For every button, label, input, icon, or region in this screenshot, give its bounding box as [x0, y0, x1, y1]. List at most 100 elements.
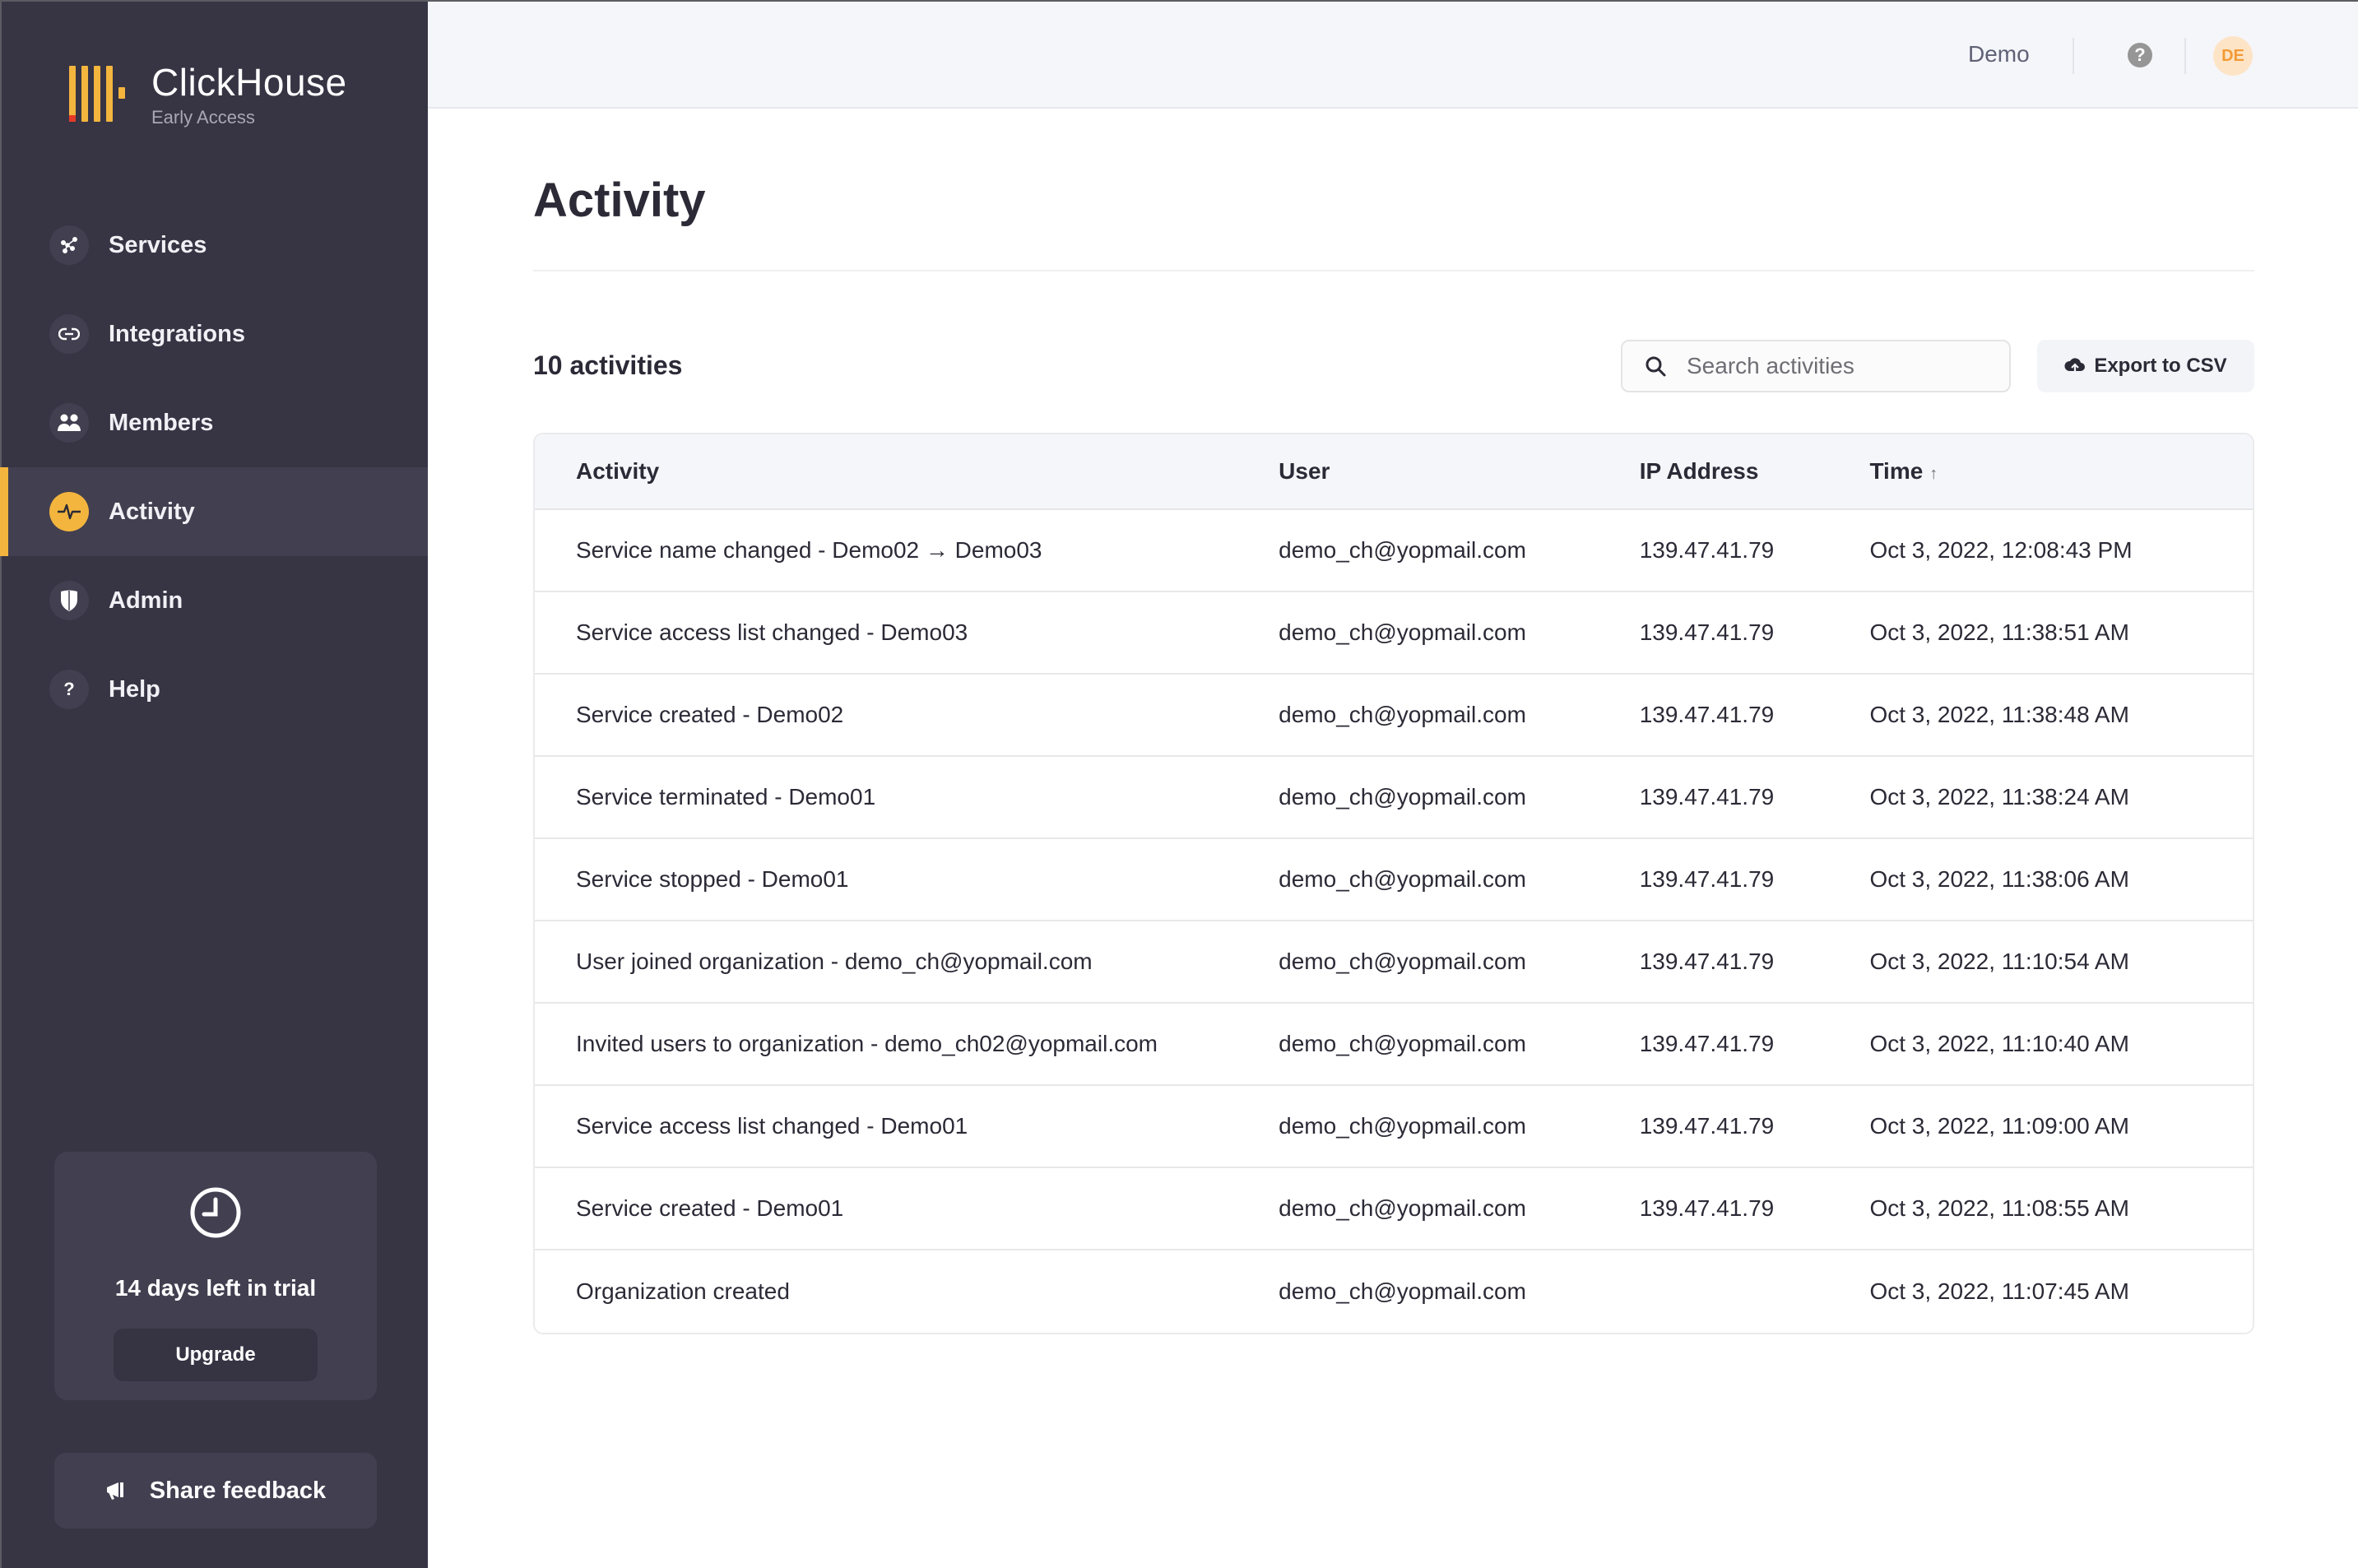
table-row: Service stopped - Demo01 demo_ch@yopmail…	[535, 839, 2253, 921]
table-row: Service terminated - Demo01 demo_ch@yopm…	[535, 757, 2253, 839]
column-header-user[interactable]: User	[1279, 458, 1640, 485]
cell-user: demo_ch@yopmail.com	[1279, 1031, 1526, 1056]
activity-count: 10 activities	[533, 350, 683, 380]
sidebar-item-label: Admin	[109, 587, 183, 614]
page-title: Activity	[533, 174, 706, 227]
table-header: Activity User IP Address Time ↑	[535, 434, 2253, 510]
services-icon	[49, 225, 89, 265]
cell-user: demo_ch@yopmail.com	[1279, 784, 1526, 810]
search-input[interactable]	[1687, 353, 1999, 379]
cell-time: Oct 3, 2022, 11:08:55 AM	[1869, 1195, 2129, 1221]
trial-card: 14 days left in trial Upgrade	[54, 1152, 377, 1400]
table-row: User joined organization - demo_ch@yopma…	[535, 921, 2253, 1004]
cell-ip-address: 139.47.41.79	[1639, 949, 1775, 974]
cell-time: Oct 3, 2022, 11:09:00 AM	[1869, 1113, 2129, 1139]
cell-ip-address: 139.47.41.79	[1639, 619, 1775, 645]
sidebar-item-activity[interactable]: Activity	[0, 467, 428, 556]
cell-activity: User joined organization - demo_ch@yopma…	[576, 949, 1093, 974]
cell-user: demo_ch@yopmail.com	[1279, 537, 1526, 563]
cell-user: demo_ch@yopmail.com	[1279, 1113, 1526, 1139]
divider	[2184, 38, 2186, 74]
cell-user: demo_ch@yopmail.com	[1279, 1195, 1526, 1221]
sidebar-nav: Services Integrations Members Activity A…	[0, 201, 428, 734]
table-row: Service name changed - Demo02 → Demo03 d…	[535, 510, 2253, 592]
cell-user: demo_ch@yopmail.com	[1279, 866, 1526, 892]
table-row: Service access list changed - Demo03 dem…	[535, 592, 2253, 675]
column-header-activity[interactable]: Activity	[535, 458, 1279, 485]
sidebar-item-label: Help	[109, 675, 160, 703]
sidebar-item-label: Integrations	[109, 320, 245, 347]
table-row: Service access list changed - Demo01 dem…	[535, 1086, 2253, 1168]
brand-name: ClickHouse	[151, 61, 347, 104]
column-header-time-label: Time	[1869, 458, 1924, 484]
column-header-ip-address[interactable]: IP Address	[1640, 458, 1870, 485]
title-divider	[533, 270, 2254, 271]
sidebar: ClickHouse Early Access Services Integra…	[0, 2, 428, 1568]
trial-days-left: 14 days left in trial	[114, 1275, 317, 1301]
top-bar: Demo ? DE	[428, 2, 2358, 109]
table-body: Service name changed - Demo02 → Demo03 d…	[535, 510, 2253, 1333]
cell-activity: Service access list changed - Demo01	[576, 1113, 968, 1139]
brand-subtitle: Early Access	[151, 107, 255, 128]
cell-time: Oct 3, 2022, 11:38:24 AM	[1869, 784, 2129, 810]
sidebar-item-integrations[interactable]: Integrations	[2, 290, 428, 378]
cell-activity: Service name changed - Demo02 → Demo03	[576, 537, 1042, 563]
cell-ip-address: 139.47.41.79	[1639, 702, 1775, 727]
cell-time: Oct 3, 2022, 11:38:48 AM	[1869, 702, 2129, 727]
cell-activity: Service stopped - Demo01	[576, 866, 849, 892]
cell-activity: Organization created	[576, 1278, 790, 1304]
sidebar-item-services[interactable]: Services	[2, 201, 428, 290]
organization-switcher[interactable]: Demo	[1968, 41, 2030, 67]
search-icon	[1645, 356, 1666, 377]
help-icon[interactable]: ?	[2128, 43, 2152, 67]
cell-user: demo_ch@yopmail.com	[1279, 619, 1526, 645]
sidebar-item-label: Activity	[109, 498, 195, 525]
cell-time: Oct 3, 2022, 11:07:45 AM	[1869, 1278, 2129, 1304]
question-icon: ?	[49, 670, 89, 709]
sidebar-item-label: Services	[109, 231, 207, 258]
cell-time: Oct 3, 2022, 11:10:40 AM	[1869, 1031, 2129, 1056]
cell-ip-address: 139.47.41.79	[1639, 1113, 1775, 1139]
brand[interactable]: ClickHouse Early Access	[69, 63, 347, 128]
sidebar-item-help[interactable]: ? Help	[2, 645, 428, 734]
cell-activity: Service created - Demo02	[576, 702, 844, 727]
cell-user: demo_ch@yopmail.com	[1279, 1278, 1526, 1304]
sort-ascending-icon: ↑	[1929, 465, 1938, 483]
cell-user: demo_ch@yopmail.com	[1279, 702, 1526, 727]
sidebar-item-admin[interactable]: Admin	[2, 556, 428, 645]
divider	[2073, 38, 2074, 74]
cell-ip-address: 139.47.41.79	[1639, 1195, 1775, 1221]
sidebar-item-label: Members	[109, 409, 214, 436]
cell-time: Oct 3, 2022, 12:08:43 PM	[1869, 537, 2133, 563]
activity-pulse-icon	[49, 492, 89, 531]
clock-icon	[190, 1187, 241, 1238]
table-row: Organization created demo_ch@yopmail.com…	[535, 1250, 2253, 1333]
cell-time: Oct 3, 2022, 11:10:54 AM	[1869, 949, 2129, 974]
cell-activity: Service terminated - Demo01	[576, 784, 876, 810]
cell-activity: Service created - Demo01	[576, 1195, 844, 1221]
clickhouse-logo-icon	[69, 63, 127, 122]
export-csv-label: Export to CSV	[2094, 355, 2227, 377]
activity-table: Activity User IP Address Time ↑ Service n…	[533, 433, 2254, 1334]
cell-user: demo_ch@yopmail.com	[1279, 949, 1526, 974]
cell-activity: Service access list changed - Demo03	[576, 619, 968, 645]
upgrade-button[interactable]: Upgrade	[114, 1329, 318, 1381]
cell-ip-address: 139.47.41.79	[1639, 866, 1775, 892]
user-avatar[interactable]: DE	[2213, 36, 2253, 76]
cell-time: Oct 3, 2022, 11:38:51 AM	[1869, 619, 2129, 645]
table-row: Service created - Demo01 demo_ch@yopmail…	[535, 1168, 2253, 1250]
cell-ip-address: 139.47.41.79	[1639, 784, 1775, 810]
cell-ip-address: 139.47.41.79	[1639, 1031, 1775, 1056]
search-box[interactable]	[1621, 340, 2011, 392]
cell-activity: Invited users to organization - demo_ch0…	[576, 1031, 1158, 1056]
shield-icon	[49, 581, 89, 620]
cell-time: Oct 3, 2022, 11:38:06 AM	[1869, 866, 2129, 892]
cell-ip-address: 139.47.41.79	[1639, 537, 1775, 563]
members-icon	[49, 403, 89, 443]
sidebar-item-members[interactable]: Members	[2, 378, 428, 467]
column-header-time[interactable]: Time ↑	[1869, 458, 2253, 485]
export-csv-button[interactable]: Export to CSV	[2037, 340, 2254, 392]
cloud-upload-icon	[2064, 358, 2086, 374]
link-icon	[49, 314, 89, 354]
share-feedback-button[interactable]: Share feedback	[54, 1453, 377, 1529]
